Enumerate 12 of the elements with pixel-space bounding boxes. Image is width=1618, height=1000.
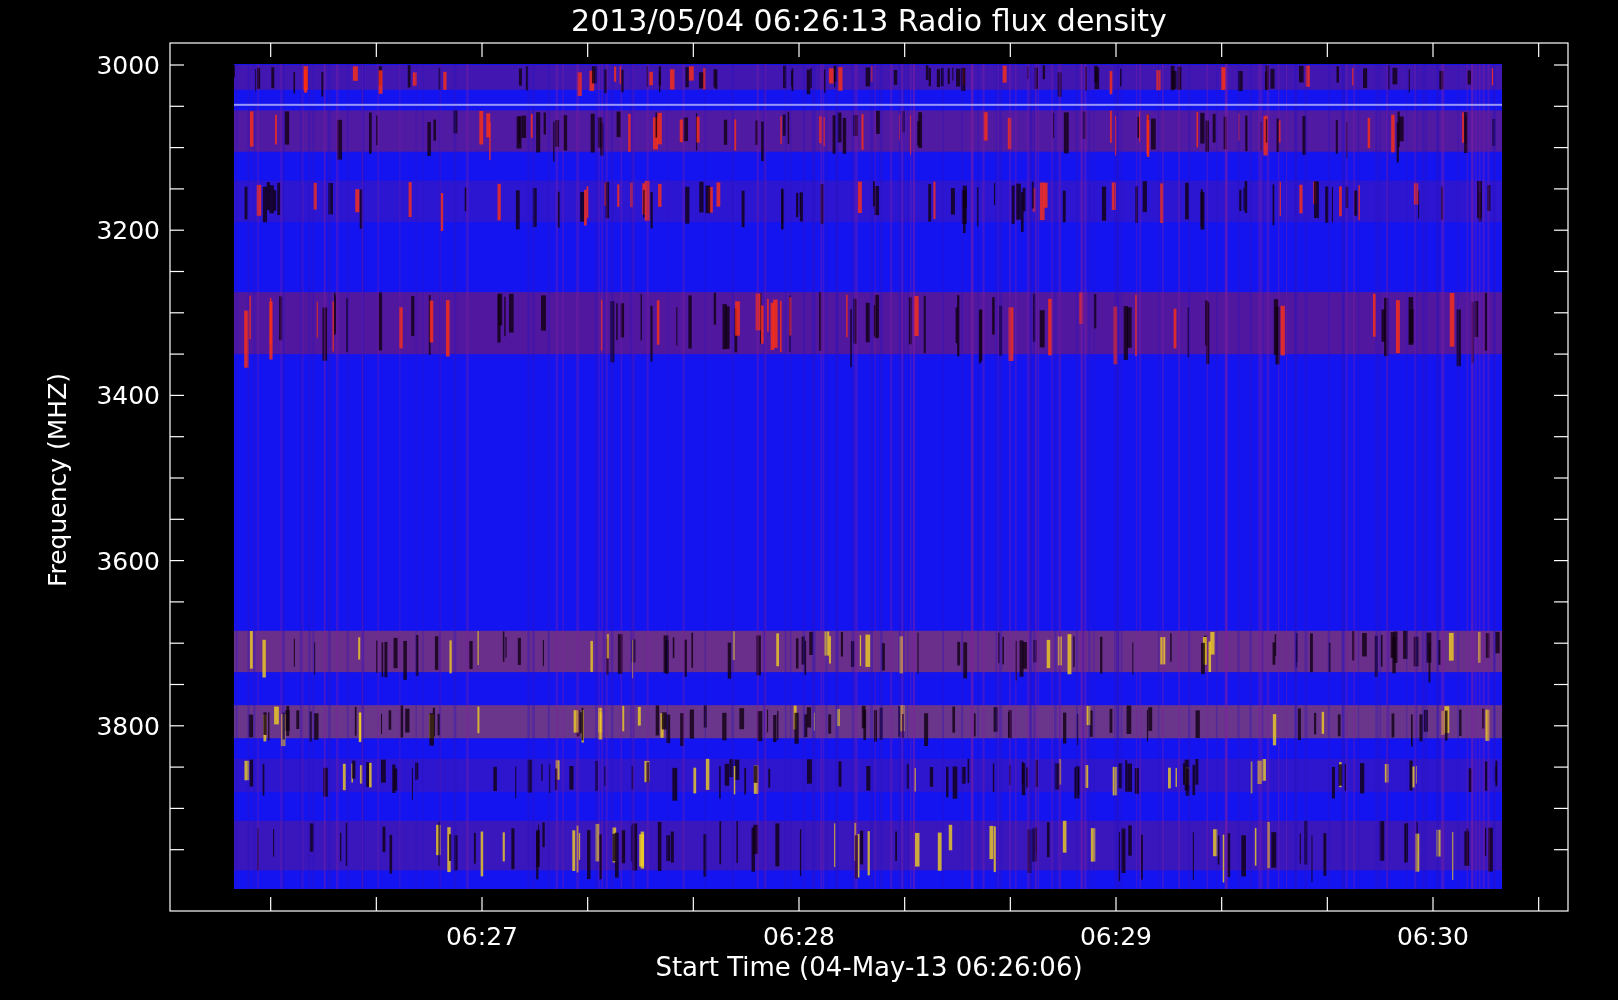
chart-title: 2013/05/04 06:26:13 Radio flux density: [571, 3, 1167, 38]
x-axis-label: Start Time (04-May-13 06:26:06): [655, 952, 1083, 982]
x-tick-label: 06:28: [763, 922, 835, 951]
x-tick-label: 06:27: [446, 922, 518, 951]
y-axis-label: Frequency (MHZ): [43, 372, 72, 588]
x-tick-label: 06:30: [1397, 922, 1469, 951]
y-tick-label: 3200: [96, 216, 160, 246]
y-tick-label: 3800: [96, 711, 160, 741]
y-tick-label: 3000: [96, 51, 160, 80]
y-tick-label: 3400: [96, 381, 160, 411]
x-tick-label: 06:29: [1080, 922, 1152, 951]
y-tick-label: 3600: [96, 546, 160, 576]
